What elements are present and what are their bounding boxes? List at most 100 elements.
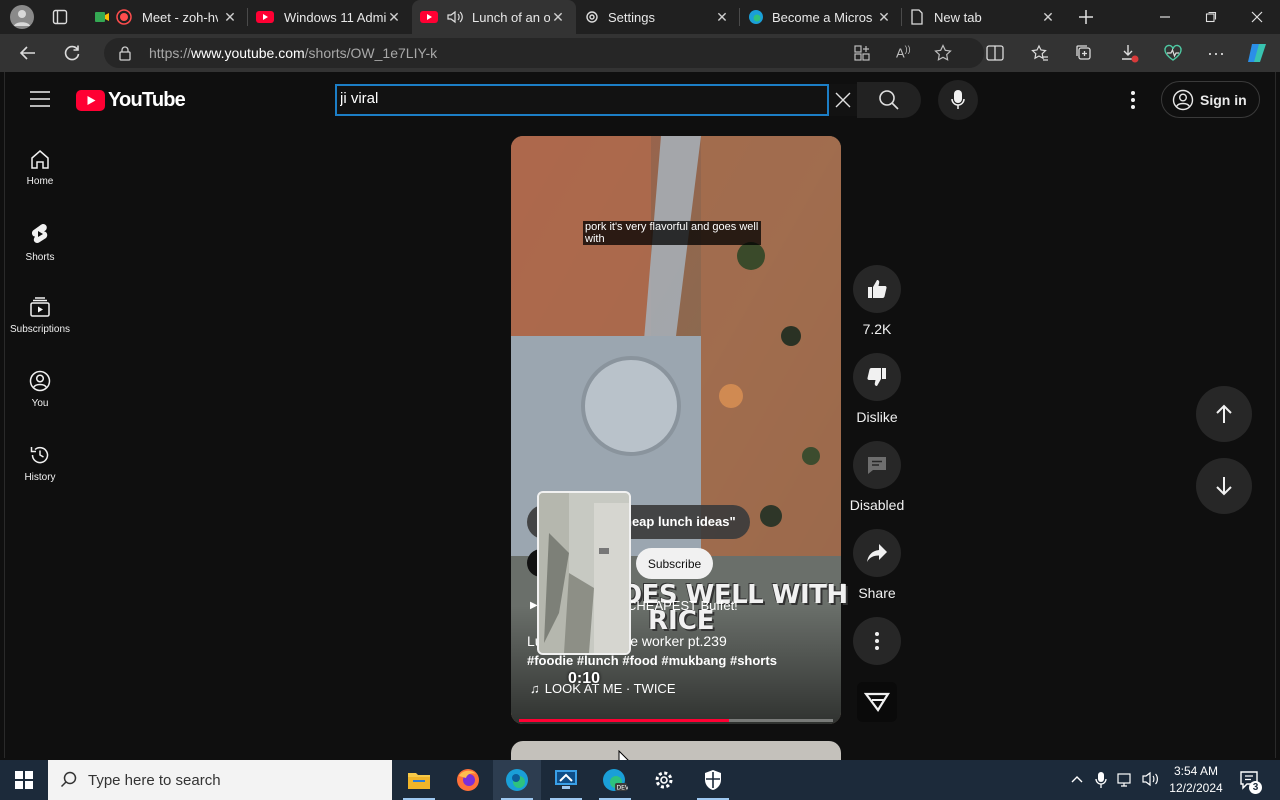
share-button[interactable] — [853, 529, 901, 577]
search-box[interactable] — [335, 84, 829, 116]
tab-close-icon[interactable]: ✕ — [1040, 9, 1056, 25]
remote-desktop-icon — [554, 769, 578, 791]
apps-available-icon[interactable] — [854, 45, 870, 61]
tab-close-icon[interactable]: ✕ — [222, 9, 238, 25]
tab-lunch-active[interactable]: Lunch of an o ✕ — [412, 0, 576, 34]
tab-new-tab[interactable]: New tab ✕ — [902, 0, 1066, 34]
profile-avatar[interactable] — [10, 5, 34, 29]
edge-icon — [505, 768, 529, 792]
search-icon — [878, 89, 900, 111]
youtube-favicon — [420, 10, 438, 24]
favorite-star-icon[interactable] — [934, 44, 952, 62]
google-meet-icon — [94, 9, 110, 25]
minimize-icon[interactable] — [1142, 0, 1188, 34]
share-action[interactable]: Share — [853, 529, 901, 601]
clear-search-icon[interactable] — [829, 84, 857, 116]
url-prefix: https:// — [149, 45, 192, 61]
restore-icon[interactable] — [1188, 0, 1234, 34]
channel-logo-icon — [864, 691, 890, 713]
browser-tab-strip: Meet - zoh-hv ✕ Windows 11 Admin ✕ Lunch… — [0, 0, 1280, 34]
collections-icon[interactable] — [1069, 38, 1099, 68]
downloads-icon[interactable] — [1114, 38, 1144, 68]
tab-settings[interactable]: Settings ✕ — [576, 0, 740, 34]
close-window-icon[interactable] — [1234, 0, 1280, 34]
channel-sound-thumbnail[interactable] — [857, 682, 897, 722]
tab-title: Meet - zoh-hv — [142, 9, 218, 25]
tab-windows-11-admin[interactable]: Windows 11 Admin ✕ — [248, 0, 412, 34]
more-actions[interactable] — [853, 617, 901, 665]
taskbar-settings[interactable] — [640, 760, 688, 800]
like-action[interactable]: 7.2K — [853, 265, 901, 337]
tab-become-microsoft[interactable]: Become a Microsof ✕ — [740, 0, 902, 34]
network-icon[interactable] — [1117, 772, 1135, 788]
tab-meet[interactable]: Meet - zoh-hv ✕ — [86, 0, 248, 34]
sidebar-item-shorts[interactable]: Shorts — [0, 222, 80, 286]
taskbar-file-explorer[interactable] — [395, 760, 443, 800]
split-screen-icon[interactable] — [980, 38, 1010, 68]
settings-more-icon[interactable] — [1123, 88, 1143, 112]
tab-title: Windows 11 Admin — [284, 9, 386, 25]
back-icon[interactable] — [13, 38, 43, 68]
lock-icon[interactable] — [118, 45, 132, 61]
taskbar-security[interactable] — [689, 760, 737, 800]
url-domain: www.youtube.com — [191, 45, 305, 61]
microphone-icon — [951, 89, 965, 111]
notification-count-badge: 3 — [1249, 781, 1262, 794]
sign-in-button[interactable]: Sign in — [1161, 81, 1260, 118]
video-progress-track[interactable] — [519, 719, 833, 722]
firefox-icon — [456, 768, 480, 792]
youtube-logo[interactable]: YouTube — [76, 89, 186, 112]
new-tab-icon[interactable] — [1076, 7, 1096, 27]
next-short-preview[interactable] — [511, 741, 841, 760]
search-button[interactable] — [857, 82, 921, 118]
subscribe-button[interactable]: Subscribe — [636, 548, 713, 579]
performance-icon[interactable] — [1158, 38, 1188, 68]
clock[interactable]: 3:54 AM 12/2/2024 — [1164, 763, 1228, 797]
taskbar-remote-desktop[interactable] — [542, 760, 590, 800]
taskbar-firefox[interactable] — [444, 760, 492, 800]
gear-icon — [584, 9, 600, 25]
like-button[interactable] — [853, 265, 901, 313]
sidebar-item-subscriptions[interactable]: Subscriptions — [0, 296, 80, 360]
show-hidden-icons-icon[interactable] — [1070, 772, 1084, 786]
more-actions-button[interactable] — [853, 617, 901, 665]
tab-close-icon[interactable]: ✕ — [876, 9, 892, 25]
copilot-icon[interactable] — [1242, 38, 1272, 68]
microphone-tray-icon[interactable] — [1095, 771, 1107, 789]
search-icon — [60, 771, 78, 789]
tab-actions-icon[interactable] — [52, 9, 68, 25]
search-input[interactable] — [340, 90, 820, 107]
next-short-button[interactable] — [1196, 458, 1252, 514]
video-caption: pork it's very flavorful and goes well w… — [583, 221, 761, 245]
short-hashtags[interactable]: #foodie #lunch #food #mukbang #shorts — [527, 653, 777, 668]
music-link[interactable]: ♫ LOOK AT ME · TWICE — [530, 681, 676, 696]
taskbar-search-box[interactable]: Type here to search — [48, 760, 392, 800]
favorites-icon[interactable] — [1025, 38, 1055, 68]
sidebar-item-home[interactable]: Home — [0, 148, 80, 212]
sidebar-item-you[interactable]: You — [0, 370, 80, 434]
taskbar-edge-dev[interactable]: DEV — [591, 760, 639, 800]
tab-close-icon[interactable]: ✕ — [714, 9, 730, 25]
seek-preview-thumbnail — [537, 491, 631, 655]
volume-icon[interactable] — [1141, 771, 1159, 787]
hamburger-menu-icon[interactable] — [28, 89, 52, 109]
sign-in-label: Sign in — [1200, 91, 1247, 108]
sidebar-item-label: Subscriptions — [9, 324, 71, 335]
tab-close-icon[interactable]: ✕ — [550, 9, 566, 25]
url-text[interactable]: https://www.youtube.com/shorts/OW_1e7LIY… — [149, 45, 437, 61]
refresh-icon[interactable] — [57, 38, 87, 68]
speaker-icon[interactable] — [446, 9, 464, 25]
voice-search-button[interactable] — [938, 80, 978, 120]
tab-close-icon[interactable]: ✕ — [386, 9, 402, 25]
dislike-action[interactable]: Dislike — [853, 353, 901, 425]
clock-time: 3:54 AM — [1173, 764, 1219, 778]
previous-short-button[interactable] — [1196, 386, 1252, 442]
dislike-button[interactable] — [853, 353, 901, 401]
start-button[interactable] — [0, 760, 48, 800]
read-aloud-icon[interactable]: A)) — [896, 44, 911, 60]
more-options-icon[interactable]: ··· — [1201, 38, 1231, 68]
comments-button — [853, 441, 901, 489]
taskbar-edge[interactable] — [493, 760, 541, 800]
sidebar-item-history[interactable]: History — [0, 444, 80, 508]
address-bar[interactable]: https://www.youtube.com/shorts/OW_1e7LIY… — [104, 38, 984, 68]
